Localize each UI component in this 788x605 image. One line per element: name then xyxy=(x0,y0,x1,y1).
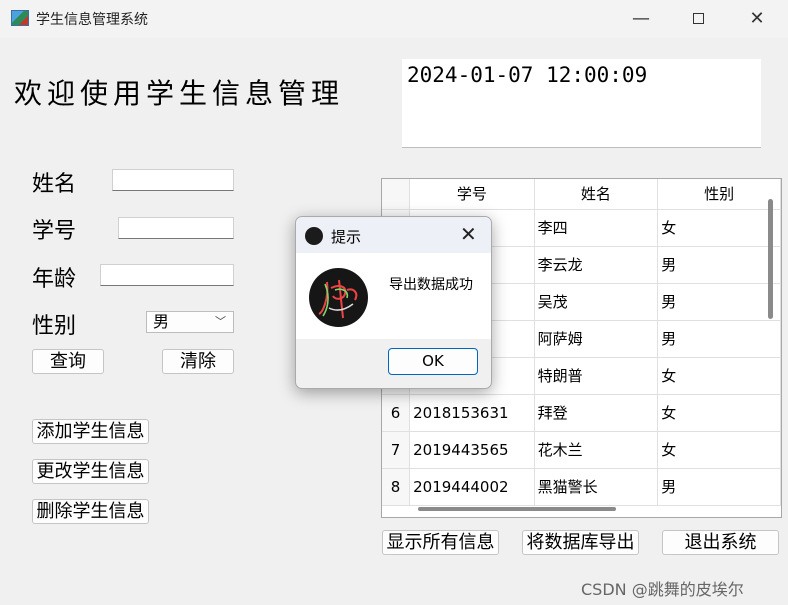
chevron-down-icon: ﹀ xyxy=(215,315,226,328)
student-id-input[interactable] xyxy=(118,217,234,239)
export-database-button[interactable]: 将数据库导出 xyxy=(522,530,639,555)
cell-name[interactable]: 李四 xyxy=(534,209,659,247)
cell-name[interactable]: 特朗普 xyxy=(534,357,659,395)
cell-student-id[interactable]: 2019443565 xyxy=(409,431,535,469)
cell-gender[interactable]: 女 xyxy=(657,357,781,395)
vertical-scrollbar[interactable] xyxy=(768,199,773,319)
column-header-id[interactable]: 学号 xyxy=(409,179,535,210)
row-number[interactable]: 8 xyxy=(382,468,411,506)
table-row[interactable]: 6 2018153631 拜登女 xyxy=(382,394,781,432)
row-number[interactable]: 7 xyxy=(382,431,411,469)
minimize-button[interactable]: — xyxy=(626,6,656,32)
watermark: CSDN @跳舞的皮埃尔 xyxy=(581,580,744,599)
delete-student-button[interactable]: 删除学生信息 xyxy=(32,499,149,524)
cell-gender[interactable]: 男 xyxy=(657,246,781,284)
clock-display: 2024-01-07 12:00:09 xyxy=(402,59,761,148)
gender-select-value: 男 xyxy=(153,312,170,331)
dialog-message: 导出数据成功 xyxy=(389,277,473,293)
dialog-app-icon xyxy=(305,227,323,245)
query-button[interactable]: 查询 xyxy=(32,349,104,374)
cell-gender[interactable]: 女 xyxy=(657,394,781,432)
exit-system-button[interactable]: 退出系统 xyxy=(662,530,779,555)
add-student-button[interactable]: 添加学生信息 xyxy=(32,419,149,444)
cell-gender[interactable]: 女 xyxy=(657,431,781,469)
gender-label: 性别 xyxy=(32,314,77,339)
student-id-label: 学号 xyxy=(32,219,77,244)
close-button[interactable]: ✕ xyxy=(742,6,772,32)
cell-name[interactable]: 阿萨姆 xyxy=(534,320,659,358)
cell-name[interactable]: 花木兰 xyxy=(534,431,659,469)
column-header-gender[interactable]: 性别 xyxy=(657,179,781,210)
avatar xyxy=(309,268,368,327)
name-label: 姓名 xyxy=(32,172,77,197)
cell-name[interactable]: 黑猫警长 xyxy=(534,468,659,506)
dialog-title: 提示 xyxy=(331,228,362,246)
cell-student-id[interactable]: 2019444002 xyxy=(409,468,535,506)
gender-select[interactable]: 男 ﹀ xyxy=(146,311,234,333)
cell-name[interactable]: 吴茂 xyxy=(534,283,659,321)
table-row[interactable]: 8 2019444002 黑猫警长男 xyxy=(382,468,781,506)
cell-gender[interactable]: 男 xyxy=(657,283,781,321)
dialog-body: 导出数据成功 xyxy=(296,253,491,339)
welcome-heading: 欢迎使用学生信息管理系 xyxy=(14,77,344,110)
title-bar: 学生信息管理系统 — ✕ xyxy=(0,0,788,38)
window-title: 学生信息管理系统 xyxy=(36,12,148,28)
column-header-name[interactable]: 姓名 xyxy=(534,179,659,210)
table-row[interactable]: 7 2019443565 花木兰女 xyxy=(382,431,781,469)
age-input[interactable] xyxy=(100,264,234,286)
maximize-icon xyxy=(692,13,704,24)
row-number[interactable]: 6 xyxy=(382,394,411,432)
dialog-close-button[interactable]: ✕ xyxy=(460,223,477,245)
name-input[interactable] xyxy=(112,169,234,191)
show-all-button[interactable]: 显示所有信息 xyxy=(382,530,499,555)
cell-name[interactable]: 拜登 xyxy=(534,394,659,432)
clock-text: 2024-01-07 12:00:09 xyxy=(407,63,648,87)
cell-gender[interactable]: 男 xyxy=(657,320,781,358)
update-student-button[interactable]: 更改学生信息 xyxy=(32,459,149,484)
cell-gender[interactable]: 男 xyxy=(657,468,781,506)
cell-gender[interactable]: 女 xyxy=(657,209,781,247)
clear-button[interactable]: 清除 xyxy=(162,349,234,374)
age-label: 年龄 xyxy=(32,267,77,292)
dialog-header: 提示 ✕ xyxy=(296,217,491,253)
cell-name[interactable]: 李云龙 xyxy=(534,246,659,284)
maximize-button[interactable] xyxy=(683,6,713,32)
cell-student-id[interactable]: 2018153631 xyxy=(409,394,535,432)
message-dialog: 提示 ✕ 导出数据成功 OK xyxy=(295,216,492,389)
app-icon xyxy=(11,10,29,26)
table-corner[interactable] xyxy=(382,179,411,210)
ok-button[interactable]: OK xyxy=(388,348,478,375)
horizontal-scrollbar[interactable] xyxy=(418,507,616,511)
